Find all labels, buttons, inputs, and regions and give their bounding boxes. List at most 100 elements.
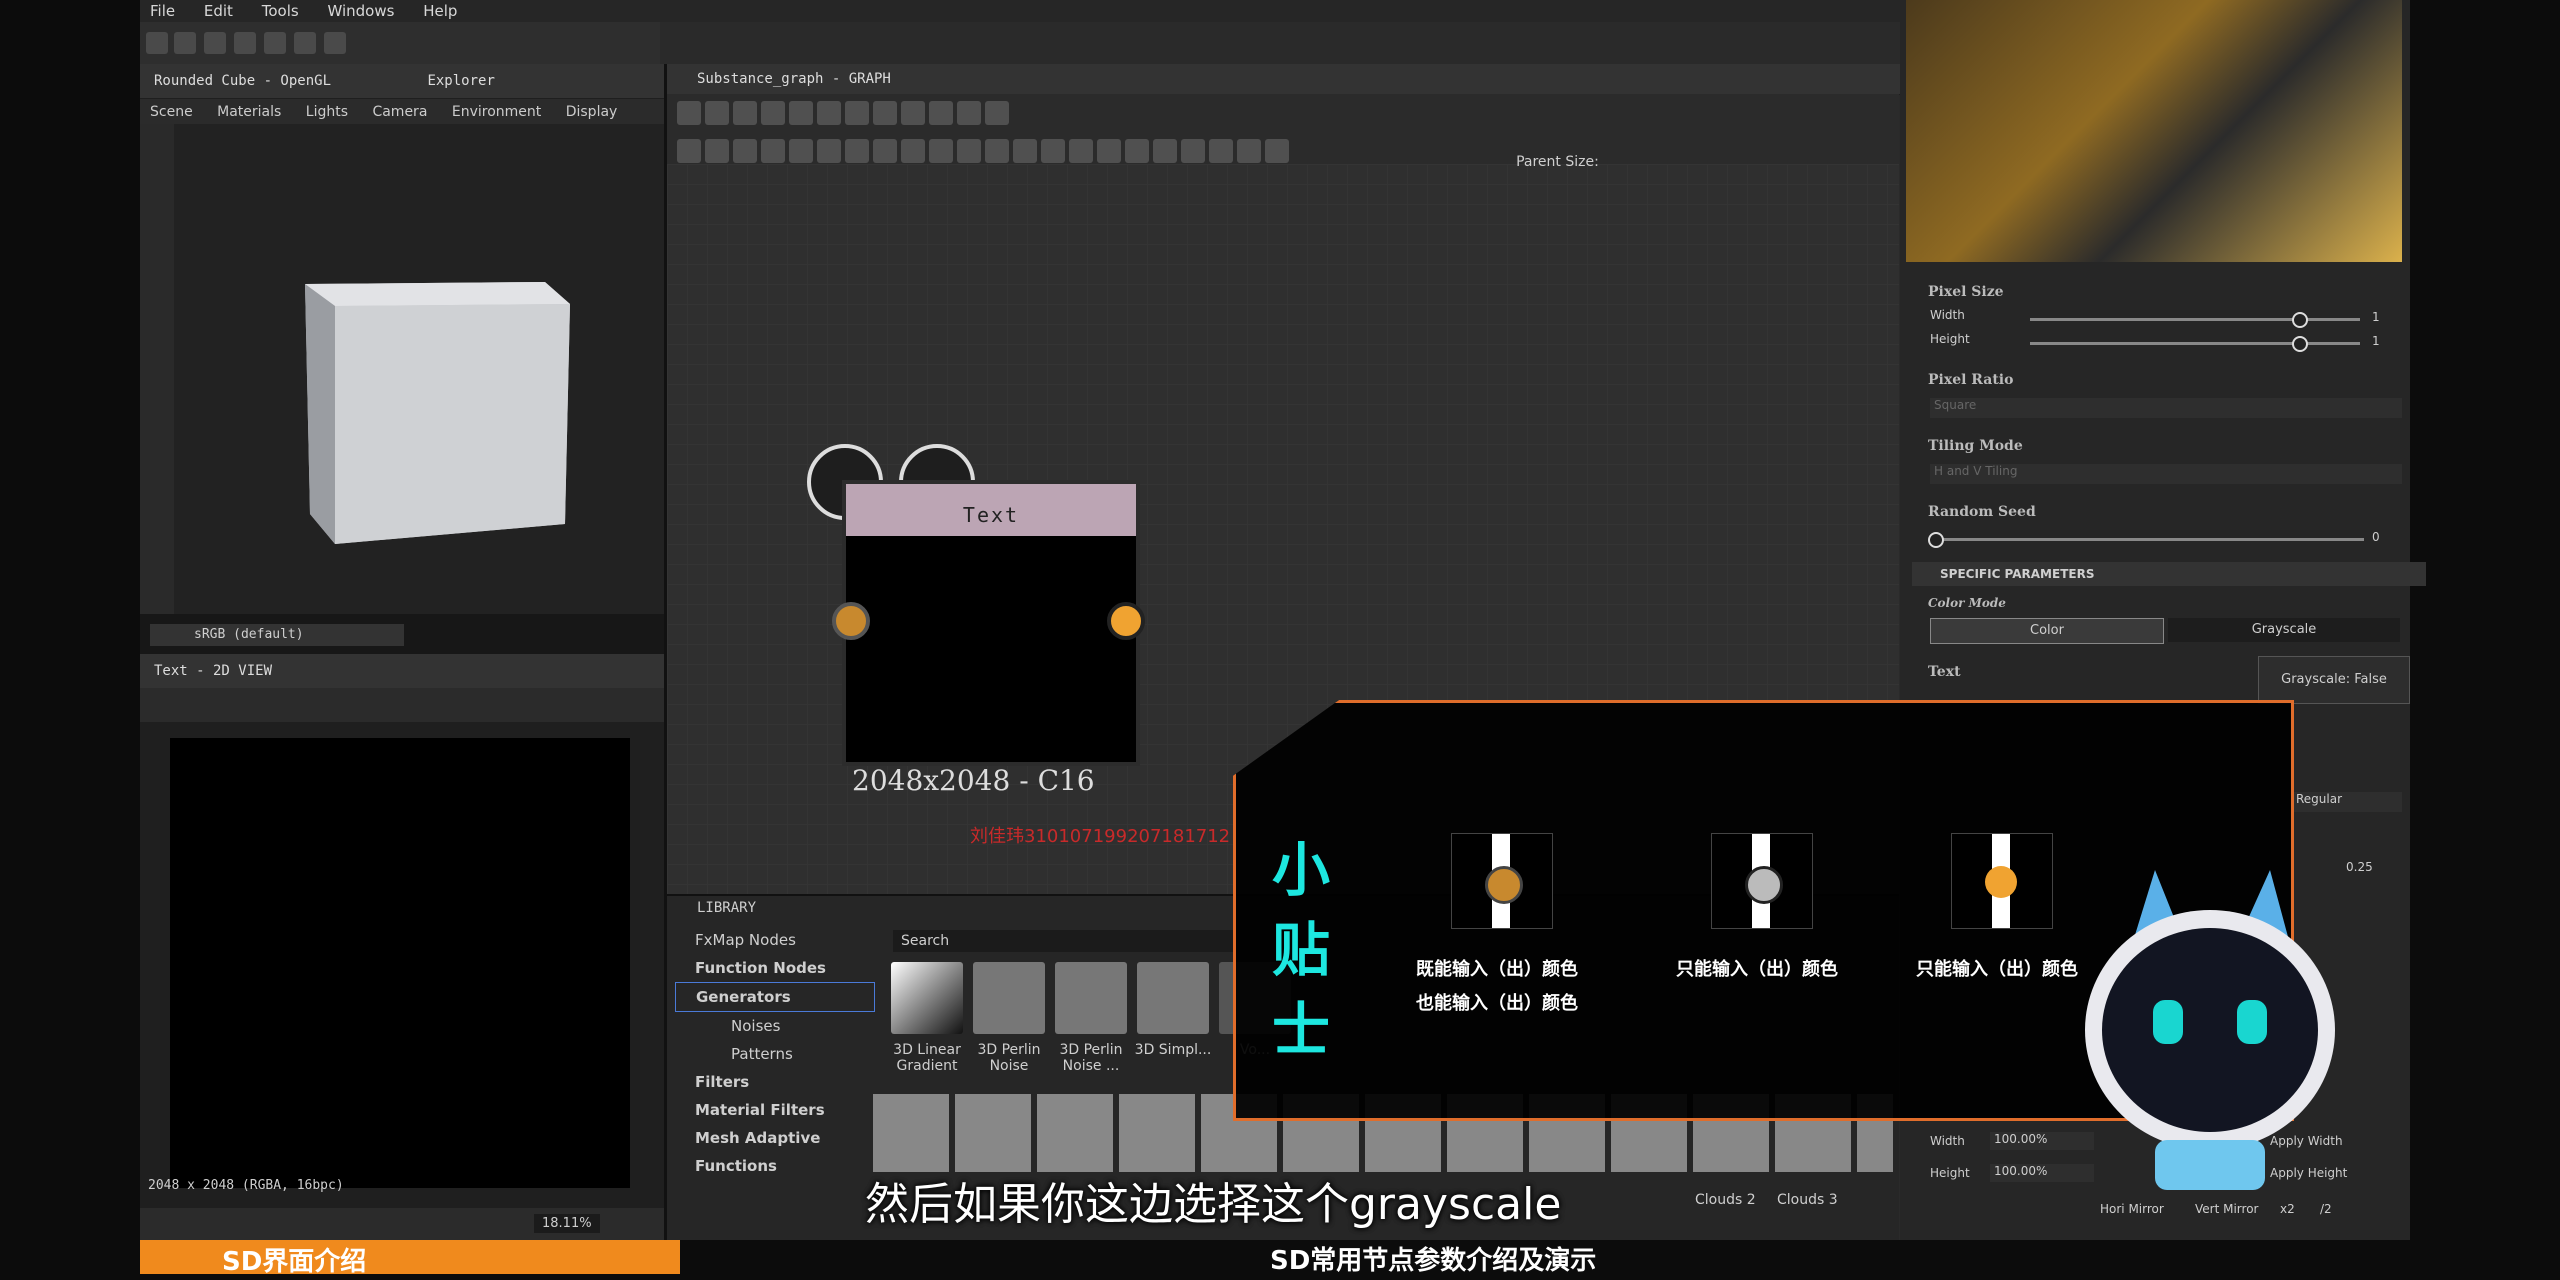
- menu-materials[interactable]: Materials: [217, 104, 281, 120]
- graph-toolbar: Parent Size:: [667, 94, 1899, 170]
- menu-lights[interactable]: Lights: [306, 104, 348, 120]
- tip-caption-3: 只能输入（出）颜色: [1916, 959, 2078, 980]
- tree-filters[interactable]: Filters: [675, 1068, 875, 1096]
- swatch-color: [1951, 833, 2053, 929]
- tab-3d-view[interactable]: Rounded Cube - OpenGL: [140, 64, 345, 98]
- lib-item-clouds-2[interactable]: Clouds 2: [1695, 1192, 1756, 1208]
- preview-image: [1906, 0, 2402, 262]
- web-icon[interactable]: [204, 32, 226, 54]
- tree-functions[interactable]: Functions: [675, 1152, 875, 1180]
- tip-caption-2: 只能输入（出）颜色: [1676, 959, 1838, 980]
- swatch-color-gray: [1451, 833, 1553, 929]
- tree-generators[interactable]: Generators: [675, 982, 875, 1012]
- tree-fxmap[interactable]: FxMap Nodes: [675, 926, 875, 954]
- library-search[interactable]: Search: [893, 930, 1281, 952]
- hori-mirror[interactable]: Hori Mirror: [2100, 1202, 2164, 1216]
- menu-tools[interactable]: Tools: [262, 2, 299, 20]
- tree-material-filters[interactable]: Material Filters: [675, 1096, 875, 1124]
- height-value[interactable]: 1: [2372, 334, 2380, 348]
- tree-mesh-adaptive[interactable]: Mesh Adaptive: [675, 1124, 875, 1152]
- prop-height-label: Height: [1930, 1166, 1970, 1180]
- height-label: Height: [1930, 332, 1970, 346]
- zoom-field[interactable]: 18.11%: [534, 1214, 600, 1233]
- tree-function-nodes[interactable]: Function Nodes: [675, 954, 875, 982]
- font-style-select[interactable]: Regular: [2292, 792, 2402, 812]
- redo-icon[interactable]: [324, 32, 346, 54]
- lib-item-clouds-3[interactable]: Clouds 3: [1777, 1192, 1838, 1208]
- colorspace-select[interactable]: sRGB (default): [150, 624, 404, 646]
- pixel-ratio-select[interactable]: Square: [1930, 398, 2402, 418]
- vert-mirror[interactable]: Vert Mirror: [2195, 1202, 2258, 1216]
- menu-scene[interactable]: Scene: [150, 104, 193, 120]
- input-port[interactable]: [832, 602, 870, 640]
- menu-file[interactable]: File: [150, 2, 175, 20]
- menu-edit[interactable]: Edit: [204, 2, 233, 20]
- tree-patterns[interactable]: Patterns: [675, 1040, 875, 1068]
- viewport-side-tools: [140, 124, 174, 614]
- watermark-text: 刘佳玮310107199207181712: [970, 826, 1231, 847]
- menu-display[interactable]: Display: [566, 104, 618, 120]
- color-mode-label: Color Mode: [1928, 596, 2006, 610]
- width-knob[interactable]: [2292, 312, 2308, 328]
- lib-item-perlin[interactable]: 3D Perlin Noise: [969, 958, 1049, 1074]
- rounded-cube: [305, 282, 570, 544]
- menu-help[interactable]: Help: [423, 2, 457, 20]
- seed-knob[interactable]: [1928, 532, 1944, 548]
- seed-value[interactable]: 0: [2372, 530, 2380, 544]
- parent-size-label: Parent Size:: [1516, 154, 1599, 170]
- specific-params-header[interactable]: SPECIFIC PARAMETERS: [1912, 562, 2426, 586]
- tip-char-1: 小: [1272, 836, 1331, 904]
- height-knob[interactable]: [2292, 336, 2308, 352]
- color-mode-button[interactable]: Color: [1930, 618, 2164, 644]
- tiling-mode-label: Tiling Mode: [1928, 438, 2023, 454]
- left-margin: [0, 0, 140, 1280]
- 3d-viewport[interactable]: [140, 124, 664, 614]
- height-slider[interactable]: [2030, 342, 2360, 345]
- menu-camera[interactable]: Camera: [372, 104, 427, 120]
- tiling-select[interactable]: H and V Tiling: [1930, 464, 2402, 484]
- section-left-label: SD界面介绍: [222, 1247, 367, 1277]
- right-margin: [2410, 0, 2560, 1280]
- open-icon[interactable]: [234, 32, 256, 54]
- tree-noises[interactable]: Noises: [675, 1012, 875, 1040]
- width-label: Width: [1930, 308, 1965, 322]
- swatch-gray: [1711, 833, 1813, 929]
- 2d-view-canvas[interactable]: [170, 738, 630, 1188]
- library-tree: FxMap Nodes Function Nodes Generators No…: [675, 926, 875, 1226]
- tip-caption-1b: 也能输入（出）颜色: [1416, 993, 1578, 1014]
- lib-item-linear-gradient[interactable]: 3D Linear Gradient: [887, 958, 967, 1074]
- lib-item-perlin-2[interactable]: 3D Perlin Noise ...: [1051, 958, 1131, 1074]
- prop-width-label: Width: [1930, 1134, 1965, 1148]
- section-tag: SD界面介绍: [140, 1240, 680, 1277]
- save-icon[interactable]: [264, 32, 286, 54]
- menu-bar: File Edit Tools Windows Help: [140, 0, 1900, 22]
- graph-icon[interactable]: [174, 32, 196, 54]
- random-seed-label: Random Seed: [1928, 504, 2036, 520]
- text-label: Text: [1928, 664, 1961, 680]
- node-title: Text: [846, 484, 1136, 536]
- menu-windows[interactable]: Windows: [327, 2, 394, 20]
- 2d-view-bottom-bar: 18.11%: [140, 1208, 664, 1240]
- 2d-view-panel: Text - 2D VIEW 2048 x 2048 (RGBA, 16bpc)…: [140, 654, 667, 1240]
- pixel-ratio-label: Pixel Ratio: [1928, 372, 2014, 388]
- new-icon[interactable]: [146, 32, 168, 54]
- section-center-label: SD常用节点参数介绍及演示: [1270, 1246, 1597, 1276]
- tip-char-3: 士: [1272, 996, 1331, 1064]
- grayscale-tooltip: Grayscale: False: [2258, 656, 2410, 704]
- undo-icon[interactable]: [294, 32, 316, 54]
- grayscale-button[interactable]: Grayscale: [2168, 618, 2400, 642]
- tab-explorer[interactable]: Explorer: [413, 64, 508, 98]
- video-subtitle: 然后如果你这边选择这个grayscale: [865, 1179, 1562, 1230]
- lib-item-simplex[interactable]: 3D Simpl...: [1133, 958, 1213, 1058]
- tip-caption-1: 既能输入（出）颜色: [1416, 959, 1578, 980]
- output-port[interactable]: [1107, 602, 1145, 640]
- value-025[interactable]: 0.25: [2346, 860, 2373, 874]
- x2-button[interactable]: x2: [2280, 1202, 2295, 1216]
- text-node[interactable]: Text: [842, 480, 1140, 766]
- width-value[interactable]: 1: [2372, 310, 2380, 324]
- seed-slider[interactable]: [1934, 538, 2364, 541]
- 2d-view-info: 2048 x 2048 (RGBA, 16bpc): [148, 1178, 344, 1193]
- div2-button[interactable]: /2: [2320, 1202, 2332, 1216]
- width-slider[interactable]: [2030, 318, 2360, 321]
- menu-environment[interactable]: Environment: [452, 104, 541, 120]
